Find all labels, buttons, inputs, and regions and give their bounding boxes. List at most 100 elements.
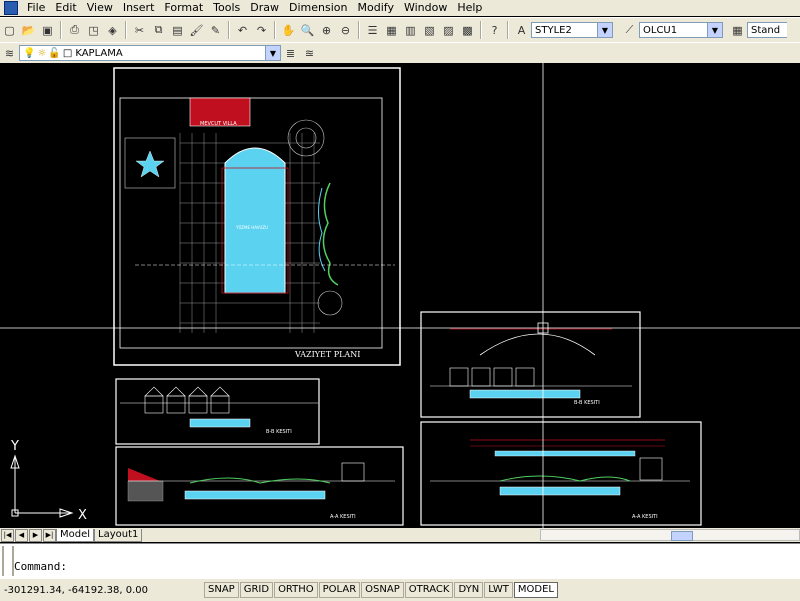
menu-dimension[interactable]: Dimension — [284, 0, 352, 16]
menu-draw[interactable]: Draw — [245, 0, 284, 16]
polar-toggle[interactable]: POLAR — [318, 582, 361, 598]
section-aa-right-title: A-A KESITI — [632, 514, 658, 520]
grid-toggle[interactable]: GRID — [239, 582, 274, 598]
color-swatch-icon: □ — [62, 47, 73, 59]
coordinate-readout[interactable]: -301291.34, -64192.38, 0.00 — [0, 585, 204, 596]
menu-format[interactable]: Format — [159, 0, 208, 16]
text-style-value: STYLE2 — [535, 24, 572, 36]
command-window[interactable]: Command: — [0, 543, 800, 579]
section-bb-right-title: B-B KESITI — [574, 400, 600, 406]
block-editor-icon[interactable]: ✎ — [207, 22, 224, 39]
print-preview-icon[interactable]: ◳ — [85, 22, 102, 39]
prev-tab-icon[interactable]: ◀ — [15, 528, 28, 542]
menu-file[interactable]: File — [22, 0, 50, 16]
paste-icon[interactable]: ▤ — [169, 22, 186, 39]
publish-icon[interactable]: ◈ — [104, 22, 121, 39]
next-tab-icon[interactable]: ▶ — [29, 528, 42, 542]
chevron-down-icon[interactable]: ▼ — [265, 46, 280, 60]
toolbar-separator — [228, 21, 230, 39]
tab-model[interactable]: Model — [56, 528, 95, 542]
zoom-previous-icon[interactable]: ⊖ — [337, 22, 354, 39]
table-style-icon: ▦ — [732, 23, 743, 37]
layer-manager-icon[interactable]: ≋ — [1, 45, 18, 62]
menu-tools[interactable]: Tools — [208, 0, 245, 16]
save-icon[interactable]: ▣ — [39, 22, 56, 39]
tab-layout1[interactable]: Layout1 — [94, 528, 143, 542]
menu-edit[interactable]: Edit — [50, 0, 81, 16]
dome-roof — [479, 333, 596, 356]
dim-style-icon: ⟋ — [625, 23, 634, 36]
match-properties-icon[interactable]: 🖌 — [188, 22, 205, 39]
markup-icon[interactable]: ▨ — [440, 22, 457, 39]
dim-style-value: OLCU1 — [643, 24, 678, 36]
layer-select[interactable]: 💡 ☼ 🔓 □ KAPLAMA ▼ — [19, 45, 281, 61]
lightbulb-icon: 💡 — [23, 47, 36, 59]
help-icon[interactable]: ? — [486, 22, 503, 39]
osnap-toggle[interactable]: OSNAP — [361, 582, 404, 598]
zoom-window-icon[interactable]: ⊕ — [318, 22, 335, 39]
menu-window[interactable]: Window — [399, 0, 452, 16]
text-style-icon: A — [517, 23, 526, 37]
redo-icon[interactable]: ↷ — [253, 22, 270, 39]
pan-icon[interactable]: ✋ — [280, 22, 297, 39]
menu-view[interactable]: View — [82, 0, 118, 16]
menu-modify[interactable]: Modify — [353, 0, 399, 16]
new-icon[interactable]: ▢ — [1, 22, 18, 39]
menu-insert[interactable]: Insert — [118, 0, 160, 16]
pergola — [287, 119, 325, 157]
ortho-toggle[interactable]: ORTHO — [274, 582, 318, 598]
make-object-layer-current-icon[interactable]: ≣ — [282, 45, 299, 62]
model-space-toggle[interactable]: MODEL — [513, 582, 558, 598]
lwt-toggle[interactable]: LWT — [484, 582, 513, 598]
layer-previous-icon[interactable]: ≊ — [301, 45, 318, 62]
section-aa-title: A-A KESITI — [330, 514, 356, 520]
ucs-x-label: X — [78, 508, 87, 523]
section-aa-pool — [184, 490, 326, 500]
last-tab-icon[interactable]: ▶| — [43, 528, 56, 542]
toolbar-separator — [358, 21, 360, 39]
gazebo — [317, 290, 343, 316]
properties-icon[interactable]: ☰ — [364, 22, 381, 39]
otrack-toggle[interactable]: OTRACK — [404, 582, 454, 598]
command-prompt[interactable]: Command: — [14, 560, 67, 573]
menu-help[interactable]: Help — [452, 0, 487, 16]
toolbar-separator — [507, 21, 509, 39]
layers-toolbar: ≋ 💡 ☼ 🔓 □ KAPLAMA ▼ ≣ ≊ — [0, 42, 800, 64]
horizontal-scrollbar[interactable] — [540, 529, 800, 541]
chevron-down-icon[interactable]: ▼ — [707, 23, 722, 37]
scrollbar-thumb[interactable] — [671, 531, 693, 541]
dim-style-select[interactable]: OLCU1 ▼ — [639, 22, 723, 38]
current-layer-value: KAPLAMA — [75, 47, 123, 59]
autocad-app-icon[interactable] — [4, 1, 18, 15]
undo-icon[interactable]: ↶ — [234, 22, 251, 39]
cut-icon[interactable]: ✂ — [131, 22, 148, 39]
zoom-realtime-icon[interactable]: 🔍 — [299, 22, 316, 39]
menu-bar: File Edit View Insert Format Tools Draw … — [0, 0, 800, 16]
drawing-canvas[interactable]: MEVCUT VILLA YÜZME HAVUZU VAZIYET PLANI … — [0, 63, 800, 528]
print-icon[interactable]: ⎙ — [66, 22, 83, 39]
pool-label: YÜZME HAVUZU — [235, 225, 268, 230]
section-aa-right-frame — [420, 421, 702, 526]
ucs-y-label: Y — [10, 439, 19, 454]
chevron-down-icon[interactable]: ▼ — [597, 23, 612, 37]
table-style-value: Stand — [751, 24, 781, 36]
swimming-pool — [224, 147, 286, 294]
sheet-set-icon[interactable]: ▧ — [421, 22, 438, 39]
sun-icon: ☼ — [37, 47, 47, 59]
design-center-icon[interactable]: ▦ — [383, 22, 400, 39]
command-window-grip[interactable] — [2, 546, 14, 576]
text-style-select[interactable]: STYLE2 ▼ — [531, 22, 613, 38]
table-style-select[interactable]: Stand — [747, 22, 787, 38]
copy-icon[interactable]: ⧉ — [150, 22, 167, 39]
calculator-icon[interactable]: ▩ — [459, 22, 476, 39]
section-bb-cabins — [144, 386, 230, 414]
tool-palettes-icon[interactable]: ▥ — [402, 22, 419, 39]
landscape-planting — [322, 182, 339, 286]
open-icon[interactable]: 📂 — [20, 22, 37, 39]
first-tab-icon[interactable]: |◀ — [1, 528, 14, 542]
snap-toggle[interactable]: SNAP — [204, 582, 239, 598]
section-aa-red-mark — [128, 468, 160, 481]
section-bb-title: B-B KESITI — [266, 429, 292, 435]
villa-label: MEVCUT VILLA — [200, 121, 237, 127]
dyn-toggle[interactable]: DYN — [454, 582, 484, 598]
